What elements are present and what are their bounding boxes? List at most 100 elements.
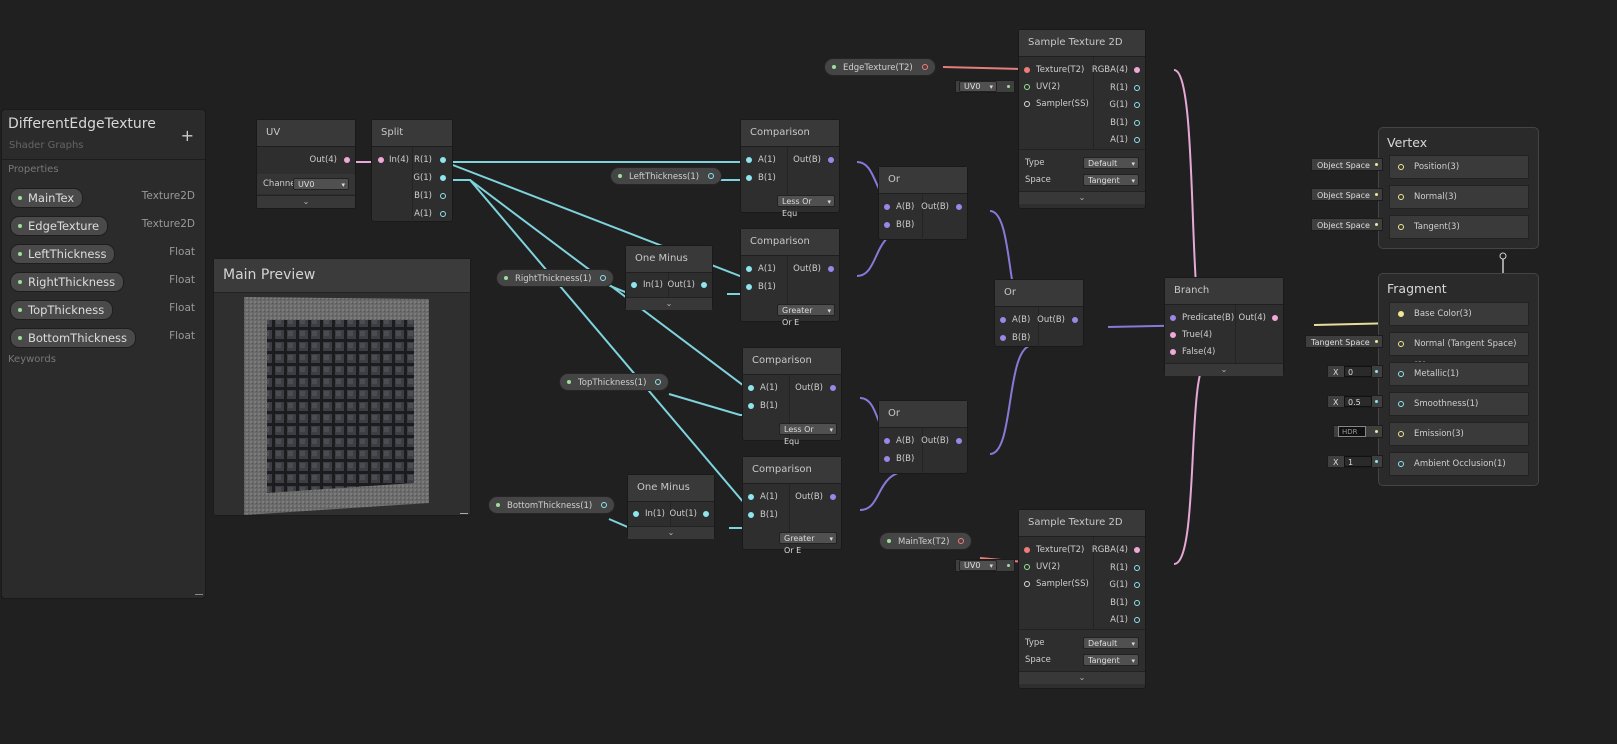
normal-space-inline[interactable]: Tangent Space	[1305, 335, 1383, 348]
st-type-dropdown[interactable]: Default	[1083, 157, 1139, 170]
smoothness-value-input[interactable]: 0.5	[1344, 396, 1372, 407]
cmp-out-port[interactable]	[828, 266, 834, 272]
base-color-slot[interactable]: Base Color(3)	[1389, 302, 1529, 326]
property-pill[interactable]: LeftThickness	[10, 244, 116, 264]
property-row[interactable]: BottomThickness Float	[10, 328, 195, 348]
emission-inline[interactable]: HDR	[1333, 425, 1383, 438]
split-node[interactable]: Split In(4) R(1) G(1) B(1) A(1)	[371, 119, 453, 223]
main-tex-property-node[interactable]: MainTex(T2)	[879, 532, 973, 550]
channel-dropdown[interactable]: UV0	[293, 178, 349, 191]
property-row[interactable]: RightThickness Float	[10, 272, 195, 292]
branch-true-port[interactable]	[1170, 332, 1176, 338]
or-b-port[interactable]	[1000, 335, 1006, 341]
smoothness-port[interactable]	[1398, 401, 1404, 407]
float-out-port[interactable]	[655, 379, 662, 385]
collapse-chevron-icon[interactable]: ⌄	[1019, 191, 1145, 204]
uv-node[interactable]: UV Out(4) Channe UV0 ⌄	[256, 119, 356, 209]
preview-render[interactable]	[214, 293, 470, 516]
st-texture-in-port[interactable]	[1024, 67, 1030, 73]
vertex-tangent-slot[interactable]: Tangent(3)	[1389, 215, 1529, 239]
st-r-out-port[interactable]	[1134, 565, 1140, 571]
ambient-occlusion-slot[interactable]: Ambient Occlusion(1)	[1389, 452, 1529, 476]
comparison-mode-dropdown[interactable]: Less Or Equ	[779, 423, 837, 446]
metallic-inline[interactable]: X 0	[1327, 365, 1383, 378]
st-texture-in-port[interactable]	[1024, 547, 1030, 553]
normal-tangent-slot[interactable]: Normal (Tangent Space)(3)	[1389, 332, 1529, 371]
position-space-inline[interactable]: Object Space	[1311, 158, 1383, 171]
st2-uv-inline[interactable]: UV0	[955, 559, 1015, 572]
st-a-out-port[interactable]	[1134, 137, 1140, 143]
collapse-chevron-icon[interactable]: ⌄	[257, 195, 355, 208]
bottom-thickness-property-node[interactable]: BottomThickness(1)	[488, 496, 616, 514]
st-sampler-in-port[interactable]	[1024, 581, 1030, 587]
collapse-chevron-icon[interactable]: ⌄	[628, 526, 714, 539]
cmp-a-port[interactable]	[748, 385, 754, 391]
cmp-out-port[interactable]	[828, 157, 834, 163]
st-rgba-out-port[interactable]	[1134, 547, 1140, 553]
texture-out-port[interactable]	[921, 64, 928, 70]
metallic-slot[interactable]: Metallic(1)	[1389, 362, 1529, 386]
ambient-occlusion-port[interactable]	[1398, 461, 1404, 467]
cmp-b-port[interactable]	[748, 512, 754, 518]
cmp-out-port[interactable]	[830, 385, 836, 391]
st-space-dropdown[interactable]: Tangent	[1083, 654, 1139, 667]
property-row[interactable]: EdgeTexture Texture2D	[10, 216, 195, 236]
right-thickness-property-node[interactable]: RightThickness(1)	[496, 269, 615, 287]
st-uv-in-port[interactable]	[1024, 84, 1030, 90]
cmp-b-port[interactable]	[748, 403, 754, 409]
or-node-1[interactable]: Or A(B) B(B) Out(B)	[878, 166, 968, 240]
property-row[interactable]: MainTex Texture2D	[10, 188, 195, 208]
sample-texture-node-1[interactable]: Sample Texture 2D Texture(T2) UV(2) Samp…	[1018, 29, 1146, 209]
st1-uv-inline[interactable]: UV0	[955, 80, 1015, 93]
property-row[interactable]: TopThickness Float	[10, 300, 195, 320]
property-pill[interactable]: TopThickness	[10, 300, 114, 320]
comparison-node-1[interactable]: Comparison A(1) B(1) Out(B) Less Or Equ	[740, 119, 840, 218]
cmp-a-port[interactable]	[746, 157, 752, 163]
position-port[interactable]	[1398, 164, 1404, 170]
comparison-node-3[interactable]: Comparison A(1) B(1) Out(B) Less Or Equ	[742, 347, 842, 446]
comparison-mode-dropdown[interactable]: Greater Or E	[779, 532, 837, 555]
branch-out-port[interactable]	[1272, 315, 1278, 321]
st-space-dropdown[interactable]: Tangent	[1083, 174, 1139, 187]
split-out-b-port[interactable]	[440, 193, 446, 199]
property-row[interactable]: LeftThickness Float	[10, 244, 195, 264]
ao-inline[interactable]: X 1	[1327, 455, 1383, 468]
property-pill[interactable]: BottomThickness	[10, 328, 137, 348]
st-b-out-port[interactable]	[1134, 600, 1140, 606]
smoothness-slot[interactable]: Smoothness(1)	[1389, 392, 1529, 416]
st-type-dropdown[interactable]: Default	[1083, 637, 1139, 650]
float-out-port[interactable]	[708, 173, 715, 179]
uv-out-port[interactable]	[344, 157, 350, 163]
one-minus-node-1[interactable]: One Minus In(1) Out(1) ⌄	[625, 245, 713, 310]
collapse-chevron-icon[interactable]: ⌄	[1019, 671, 1145, 684]
edge-texture-property-node[interactable]: EdgeTexture(T2)	[824, 58, 936, 76]
add-property-button[interactable]: +	[181, 126, 194, 145]
left-thickness-property-node[interactable]: LeftThickness(1)	[610, 167, 723, 185]
cmp-b-port[interactable]	[746, 284, 752, 290]
or-a-port[interactable]	[884, 204, 890, 210]
float-out-port[interactable]	[601, 502, 608, 508]
metallic-port[interactable]	[1398, 371, 1404, 377]
property-pill[interactable]: EdgeTexture	[10, 216, 109, 236]
om-out-port[interactable]	[701, 282, 707, 288]
or-a-port[interactable]	[884, 438, 890, 444]
or-b-port[interactable]	[884, 222, 890, 228]
branch-false-port[interactable]	[1170, 349, 1176, 355]
or-out-port[interactable]	[956, 438, 962, 444]
cmp-b-port[interactable]	[746, 175, 752, 181]
top-thickness-property-node[interactable]: TopThickness(1)	[559, 373, 670, 391]
st-g-out-port[interactable]	[1134, 582, 1140, 588]
normal-port[interactable]	[1398, 194, 1404, 200]
ao-value-input[interactable]: 1	[1344, 456, 1372, 467]
st-uv-in-port[interactable]	[1024, 564, 1030, 570]
uv-channel-dropdown[interactable]: UV0	[959, 560, 997, 571]
vertex-normal-slot[interactable]: Normal(3)	[1389, 185, 1529, 209]
om-in-port[interactable]	[631, 282, 637, 288]
split-out-r-port[interactable]	[440, 157, 446, 163]
base-color-port[interactable]	[1398, 311, 1404, 317]
comparison-node-2[interactable]: Comparison A(1) B(1) Out(B) Greater Or E	[740, 228, 840, 327]
st-a-out-port[interactable]	[1134, 617, 1140, 623]
split-in-port[interactable]	[378, 157, 384, 163]
one-minus-node-2[interactable]: One Minus In(1) Out(1) ⌄	[627, 474, 715, 539]
or-out-port[interactable]	[1072, 317, 1078, 323]
